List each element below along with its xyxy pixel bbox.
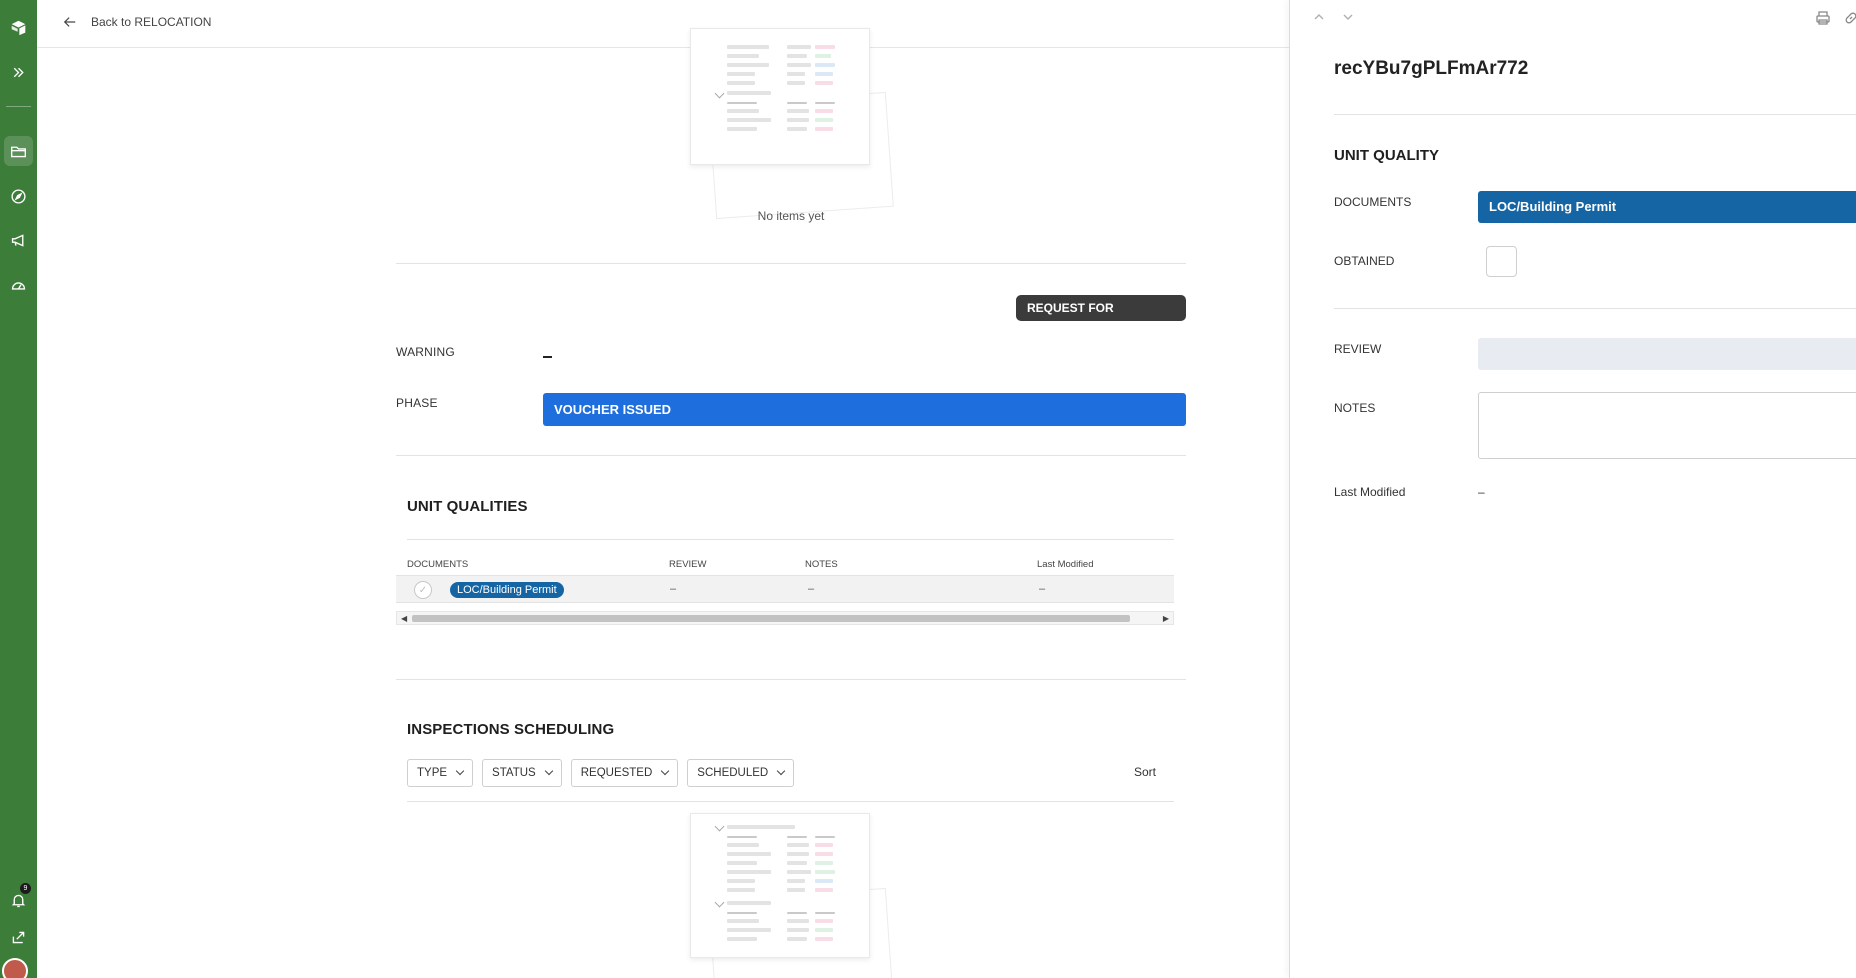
link-icon[interactable] xyxy=(1843,10,1856,26)
notes-input[interactable] xyxy=(1478,392,1856,459)
column-header-review[interactable]: REVIEW xyxy=(669,559,706,570)
request-inspection-button[interactable]: REQUEST FOR INSPECTION xyxy=(1016,295,1186,341)
divider xyxy=(396,679,1186,680)
top-bar: Back to RELOCATION xyxy=(37,0,1289,48)
filter-status-label: STATUS xyxy=(492,767,536,779)
notes-label: NOTES xyxy=(1334,401,1376,415)
warning-value-empty xyxy=(543,356,552,358)
print-icon[interactable] xyxy=(1815,10,1831,26)
filter-bar: TYPE STATUS REQUESTED SCHEDULED xyxy=(407,759,795,787)
phase-value[interactable]: VOUCHER ISSUED xyxy=(543,393,1186,426)
rail-divider xyxy=(6,106,31,107)
chevron-down-icon xyxy=(661,766,670,776)
app-logo-icon[interactable] xyxy=(0,12,37,42)
empty-state-text: No items yet xyxy=(757,209,825,223)
review-field[interactable] xyxy=(1478,338,1856,370)
share-icon[interactable] xyxy=(0,922,37,952)
notes-cell: – xyxy=(808,583,815,595)
divider xyxy=(1334,114,1856,115)
chevron-down-icon xyxy=(455,766,465,776)
last-modified-cell: – xyxy=(1039,583,1046,595)
inspections-scheduling-title: INSPECTIONS SCHEDULING xyxy=(407,721,615,738)
filter-scheduled-label: SCHEDULED xyxy=(697,767,769,779)
documents-field[interactable]: LOC/Building Permit xyxy=(1478,191,1856,223)
filter-scheduled[interactable]: SCHEDULED xyxy=(687,759,795,787)
scroll-right-icon[interactable]: ▶ xyxy=(1163,614,1169,623)
expand-sidebar-icon[interactable] xyxy=(0,57,37,87)
column-header-documents[interactable]: DOCUMENTS xyxy=(407,559,468,570)
chevron-down-icon xyxy=(776,766,786,776)
filter-type-label: TYPE xyxy=(417,767,448,779)
obtained-checkbox[interactable] xyxy=(1486,246,1517,277)
scrollbar-thumb[interactable] xyxy=(412,615,1130,622)
document-pill: LOC/Building Permit xyxy=(450,582,564,598)
warning-label: WARNING xyxy=(396,345,455,359)
last-modified-value: – xyxy=(1478,485,1485,499)
divider xyxy=(396,455,1186,456)
folder-icon[interactable] xyxy=(4,136,33,166)
filter-type[interactable]: TYPE xyxy=(407,759,474,787)
dashboard-icon[interactable] xyxy=(0,270,37,300)
last-modified-label: Last Modified xyxy=(1334,485,1406,499)
documents-label: DOCUMENTS xyxy=(1334,195,1412,209)
divider xyxy=(396,263,1186,264)
obtained-label: OBTAINED xyxy=(1334,254,1395,268)
column-header-last-modified[interactable]: Last Modified xyxy=(1037,559,1094,570)
divider xyxy=(1334,308,1856,309)
check-circle-icon[interactable]: ✓ xyxy=(414,581,432,599)
unit-quality-title: UNIT QUALITY xyxy=(1334,147,1439,164)
scroll-left-icon[interactable]: ◀ xyxy=(401,614,407,623)
next-record-icon[interactable] xyxy=(1341,10,1355,24)
divider xyxy=(407,801,1174,802)
horizontal-scrollbar[interactable]: ◀ ▶ xyxy=(396,611,1174,625)
table-row[interactable]: ✓ LOC/Building Permit – – – xyxy=(396,575,1174,603)
phase-label: PHASE xyxy=(396,396,438,410)
filter-requested-label: REQUESTED xyxy=(580,767,653,779)
unit-qualities-title: UNIT QUALITIES xyxy=(407,498,528,515)
record-detail-panel: recYBu7gPLFmAr772 UNIT QUALITY DOCUMENTS… xyxy=(1289,0,1856,978)
review-cell: – xyxy=(670,583,677,595)
record-title: recYBu7gPLFmAr772 xyxy=(1334,58,1529,79)
back-link-label: Back to RELOCATION xyxy=(91,15,212,29)
filter-requested[interactable]: REQUESTED xyxy=(570,759,679,787)
megaphone-icon[interactable] xyxy=(0,225,37,255)
bell-icon[interactable]: 9 xyxy=(0,883,37,915)
sort-button[interactable]: Sort xyxy=(1134,765,1156,779)
review-label: REVIEW xyxy=(1334,342,1382,356)
arrow-left-icon xyxy=(63,17,76,27)
column-header-notes[interactable]: NOTES xyxy=(805,559,838,570)
user-avatar[interactable] xyxy=(2,958,28,978)
back-link[interactable]: Back to RELOCATION xyxy=(63,15,211,29)
filter-status[interactable]: STATUS xyxy=(482,759,562,787)
previous-record-icon[interactable] xyxy=(1312,10,1326,24)
left-rail: 9 xyxy=(0,0,37,978)
chevron-down-icon xyxy=(544,766,553,776)
notification-badge: 9 xyxy=(20,883,31,894)
compass-icon[interactable] xyxy=(0,181,37,211)
